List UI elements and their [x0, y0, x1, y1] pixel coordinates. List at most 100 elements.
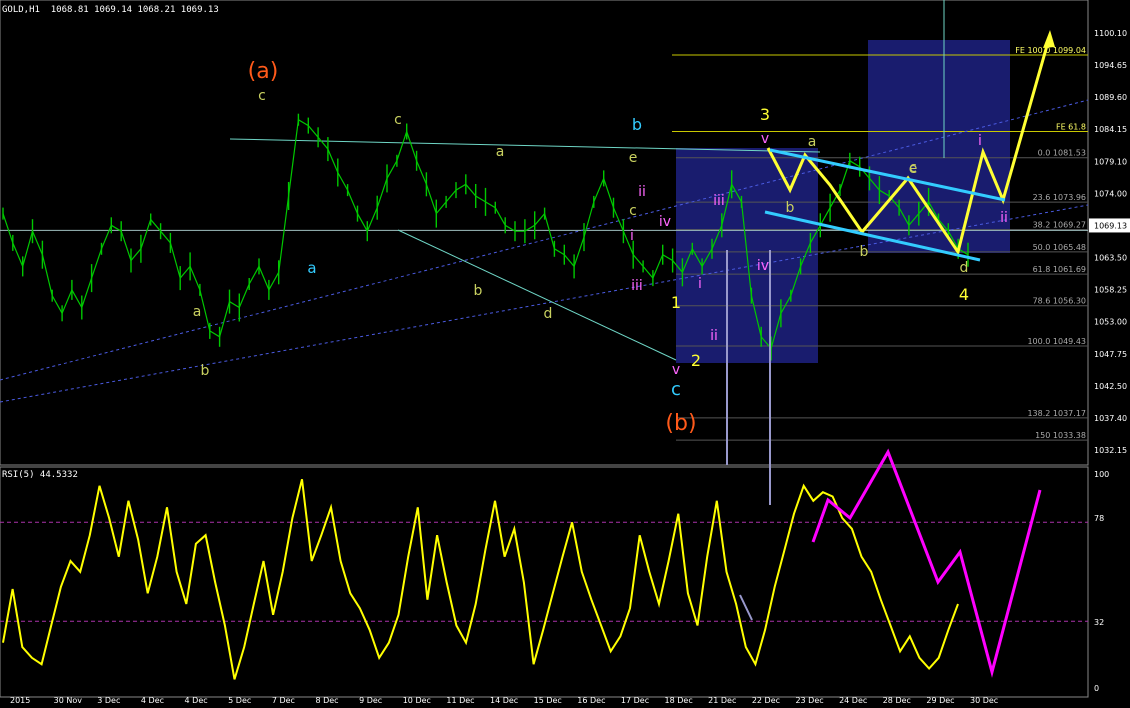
wave-label: b: [632, 115, 642, 134]
wave-label: v: [672, 362, 680, 378]
divergence-arrow-3: [739, 594, 753, 621]
time-tick-label: 15 Dec: [534, 696, 562, 704]
wave-label: d: [544, 306, 553, 322]
wave-label: d: [960, 260, 969, 276]
time-tick-label: 17 Dec: [621, 696, 649, 704]
price-tick-label: 1084.15: [1094, 125, 1127, 134]
rsi-info: RSI(5) 44.5332: [2, 470, 78, 480]
fib-label: FE 61.8: [1056, 122, 1086, 131]
magenta-rsi-projection: [811, 448, 1042, 678]
rsi-tick-label: 0: [1094, 684, 1099, 693]
time-tick-label: 10 Dec: [403, 696, 431, 704]
fib-label: 150 1033.38: [1035, 431, 1086, 440]
wave-label: ii: [1000, 210, 1008, 226]
price-tick-label: 1047.75: [1094, 350, 1127, 359]
fib-label: 50.0 1065.48: [1033, 243, 1086, 252]
wave-label: 4: [959, 285, 969, 304]
time-tick-label: 28 Dec: [883, 696, 911, 704]
fib-label: 38.2 1069.27: [1033, 221, 1086, 230]
time-tick-label: 18 Dec: [665, 696, 693, 704]
time-tick-label: 16 Dec: [577, 696, 605, 704]
time-tick-label: 11 Dec: [446, 696, 474, 704]
fib-label: 100.0 1049.43: [1027, 337, 1086, 346]
price-tick-label: 1079.10: [1094, 157, 1127, 166]
wave-label: b: [860, 244, 869, 260]
price-tick-label: 1069.13: [1094, 221, 1127, 230]
rsi-series: [0, 479, 1088, 680]
price-tick-label: 1058.25: [1094, 286, 1127, 295]
wave-label: iii: [713, 193, 725, 209]
fib-label: 78.6 1056.30: [1033, 297, 1086, 306]
time-tick-label: 29 Dec: [926, 696, 954, 704]
time-tick-label: 9 Dec: [359, 696, 382, 704]
time-tick-label: 2015: [10, 696, 30, 704]
wave-label: a: [496, 144, 505, 160]
wave-label: b: [201, 363, 210, 379]
wave-label: 2: [691, 351, 701, 370]
time-tick-label: 30 Nov: [54, 696, 83, 704]
price-tick-label: 1100.10: [1094, 29, 1127, 38]
wave-label: i: [630, 228, 634, 244]
price-series: [2, 113, 969, 361]
wave-label: a: [193, 304, 202, 320]
symbol-info: GOLD,H1 1068.81 1069.14 1068.21 1069.13: [2, 5, 219, 15]
triangle-bottom-line: [397, 229, 677, 361]
wave-label: 1: [671, 293, 681, 312]
fib-label: 23.6 1073.96: [1033, 193, 1086, 202]
wave-label: c: [629, 203, 637, 219]
chart-root: FE 100.0 1099.04 FE 61.8 0.0 1081.53 23.6 1…: [0, 0, 1130, 705]
rsi-tick-label: 32: [1094, 618, 1104, 627]
wave-label: iii: [631, 278, 643, 294]
time-tick-label: 4 Dec: [185, 696, 208, 704]
time-tick-label: 22 Dec: [752, 696, 780, 704]
rsi-axis: 100 78 32 0: [1094, 470, 1109, 693]
rsi-tick-label: 78: [1094, 514, 1104, 523]
time-tick-label: 24 Dec: [839, 696, 867, 704]
price-tick-label: 1037.40: [1094, 414, 1127, 423]
chart-svg: FE 100.0 1099.04FE 61.80.0 1081.5323.6 1…: [0, 0, 1130, 705]
time-axis: 2015 30 Nov 3 Dec 4 Dec 4 Dec 5 Dec 7 Dec 8 Dec…: [10, 696, 998, 705]
wave-label: v: [761, 131, 769, 147]
time-tick-label: 23 Dec: [795, 696, 823, 704]
wave-label: a: [307, 259, 316, 277]
price-tick-label: 1089.60: [1094, 93, 1127, 102]
price-tick-label: 1053.00: [1094, 318, 1127, 327]
wave-label: i: [978, 133, 982, 149]
rsi-line: [2, 479, 959, 680]
rsi-tick-label: 100: [1094, 470, 1109, 479]
wave-label: 3: [760, 105, 770, 124]
wave-label: ii: [710, 328, 718, 344]
wave-label: (b): [665, 411, 696, 436]
wave-label: e: [909, 161, 918, 177]
time-tick-label: 30 Dec: [970, 696, 998, 704]
wave-label: e: [629, 150, 638, 166]
time-tick-label: 5 Dec: [228, 696, 251, 704]
wave-label: (a): [248, 59, 279, 84]
wave-label: ii: [638, 184, 646, 200]
time-tick-label: 4 Dec: [141, 696, 164, 704]
wave-label: i: [698, 276, 702, 292]
time-tick-label: 21 Dec: [708, 696, 736, 704]
price-tick-label: 1032.15: [1094, 446, 1127, 455]
wave-label: b: [786, 200, 795, 216]
price-tick-label: 1074.00: [1094, 189, 1127, 198]
time-tick-label: 3 Dec: [97, 696, 120, 704]
wave-label: c: [258, 88, 266, 104]
time-tick-label: 7 Dec: [272, 696, 295, 704]
price-tick-label: 1094.65: [1094, 61, 1127, 70]
time-tick-label: 14 Dec: [490, 696, 518, 704]
wave-label: iv: [757, 258, 769, 274]
wave-label: iv: [659, 214, 671, 230]
fib-label: 0.0 1081.53: [1038, 149, 1086, 158]
fib-label: 61.8 1061.69: [1033, 265, 1086, 274]
wave-label: a: [808, 134, 817, 150]
wave-label: c: [671, 379, 681, 400]
fib-label: 138.2 1037.17: [1027, 409, 1086, 418]
price-tick-label: 1063.50: [1094, 254, 1127, 263]
price-tick-label: 1042.50: [1094, 382, 1127, 391]
time-tick-label: 8 Dec: [315, 696, 338, 704]
price-axis: 1100.10 1094.65 1089.60 1084.15 1079.10 1074.…: [1089, 29, 1130, 455]
wave-label: b: [474, 283, 483, 299]
yellow-arrow-head: [1043, 30, 1055, 48]
wave-label: c: [394, 112, 402, 128]
